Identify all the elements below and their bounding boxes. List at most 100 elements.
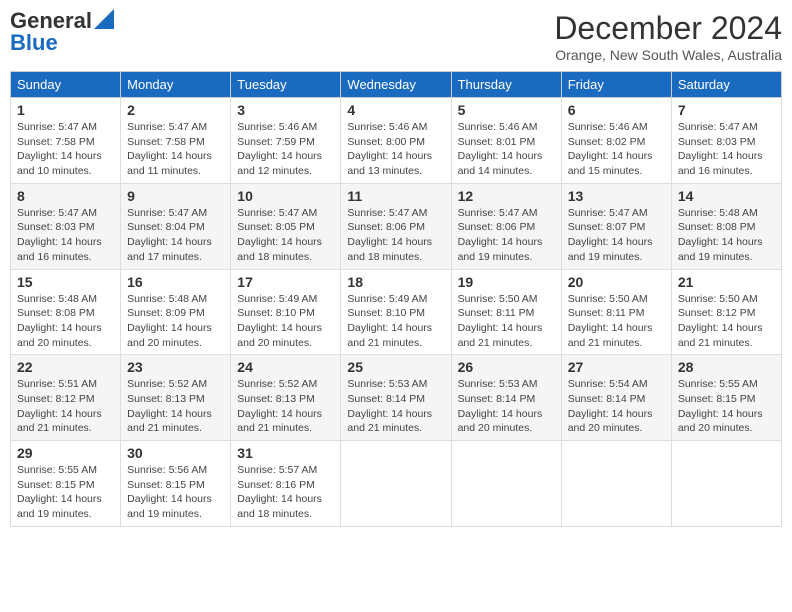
- calendar-cell: 2 Sunrise: 5:47 AMSunset: 7:58 PMDaylight…: [121, 98, 231, 184]
- day-info: Sunrise: 5:50 AMSunset: 8:12 PMDaylight:…: [678, 292, 775, 351]
- day-number: 23: [127, 359, 224, 375]
- calendar-cell: 24 Sunrise: 5:52 AMSunset: 8:13 PMDayligh…: [231, 355, 341, 441]
- page-header: General Blue December 2024 Orange, New S…: [10, 10, 782, 63]
- calendar-cell: 26 Sunrise: 5:53 AMSunset: 8:14 PMDayligh…: [451, 355, 561, 441]
- weekday-header-monday: Monday: [121, 72, 231, 98]
- day-info: Sunrise: 5:47 AMSunset: 8:06 PMDaylight:…: [458, 206, 555, 265]
- weekday-header-saturday: Saturday: [671, 72, 781, 98]
- day-info: Sunrise: 5:53 AMSunset: 8:14 PMDaylight:…: [458, 377, 555, 436]
- logo-triangle-icon: [94, 9, 114, 29]
- day-info: Sunrise: 5:56 AMSunset: 8:15 PMDaylight:…: [127, 463, 224, 522]
- day-info: Sunrise: 5:57 AMSunset: 8:16 PMDaylight:…: [237, 463, 334, 522]
- day-number: 18: [347, 274, 444, 290]
- calendar-week-4: 22 Sunrise: 5:51 AMSunset: 8:12 PMDayligh…: [11, 355, 782, 441]
- calendar-cell: 28Sunrise: 5:55 AMSunset: 8:15 PMDayligh…: [671, 355, 781, 441]
- day-info: Sunrise: 5:52 AMSunset: 8:13 PMDaylight:…: [237, 377, 334, 436]
- day-number: 7: [678, 102, 775, 118]
- calendar-cell: [341, 441, 451, 527]
- calendar-cell: 18 Sunrise: 5:49 AMSunset: 8:10 PMDayligh…: [341, 269, 451, 355]
- calendar-body: 1 Sunrise: 5:47 AMSunset: 7:58 PMDaylight…: [11, 98, 782, 527]
- calendar-cell: 30 Sunrise: 5:56 AMSunset: 8:15 PMDayligh…: [121, 441, 231, 527]
- weekday-header-row: SundayMondayTuesdayWednesdayThursdayFrid…: [11, 72, 782, 98]
- day-info: Sunrise: 5:48 AMSunset: 8:08 PMDaylight:…: [678, 206, 775, 265]
- day-number: 5: [458, 102, 555, 118]
- weekday-header-friday: Friday: [561, 72, 671, 98]
- calendar-cell: 31Sunrise: 5:57 AMSunset: 8:16 PMDayligh…: [231, 441, 341, 527]
- day-info: Sunrise: 5:47 AMSunset: 8:06 PMDaylight:…: [347, 206, 444, 265]
- day-number: 1: [17, 102, 114, 118]
- day-info: Sunrise: 5:52 AMSunset: 8:13 PMDaylight:…: [127, 377, 224, 436]
- day-info: Sunrise: 5:55 AMSunset: 8:15 PMDaylight:…: [17, 463, 114, 522]
- logo-blue: Blue: [10, 32, 58, 54]
- calendar-cell: 22 Sunrise: 5:51 AMSunset: 8:12 PMDayligh…: [11, 355, 121, 441]
- day-info: Sunrise: 5:47 AMSunset: 8:04 PMDaylight:…: [127, 206, 224, 265]
- calendar-week-2: 8 Sunrise: 5:47 AMSunset: 8:03 PMDaylight…: [11, 183, 782, 269]
- day-number: 20: [568, 274, 665, 290]
- calendar-cell: 20Sunrise: 5:50 AMSunset: 8:11 PMDayligh…: [561, 269, 671, 355]
- calendar-cell: 9 Sunrise: 5:47 AMSunset: 8:04 PMDaylight…: [121, 183, 231, 269]
- calendar-cell: 23 Sunrise: 5:52 AMSunset: 8:13 PMDayligh…: [121, 355, 231, 441]
- day-number: 2: [127, 102, 224, 118]
- calendar-cell: 17Sunrise: 5:49 AMSunset: 8:10 PMDayligh…: [231, 269, 341, 355]
- calendar-cell: 14 Sunrise: 5:48 AMSunset: 8:08 PMDayligh…: [671, 183, 781, 269]
- day-info: Sunrise: 5:46 AMSunset: 8:01 PMDaylight:…: [458, 120, 555, 179]
- day-info: Sunrise: 5:46 AMSunset: 8:00 PMDaylight:…: [347, 120, 444, 179]
- day-number: 10: [237, 188, 334, 204]
- day-number: 22: [17, 359, 114, 375]
- day-number: 26: [458, 359, 555, 375]
- calendar-cell: 6 Sunrise: 5:46 AMSunset: 8:02 PMDaylight…: [561, 98, 671, 184]
- day-number: 29: [17, 445, 114, 461]
- day-number: 27: [568, 359, 665, 375]
- calendar-cell: 27 Sunrise: 5:54 AMSunset: 8:14 PMDayligh…: [561, 355, 671, 441]
- calendar-cell: [561, 441, 671, 527]
- calendar-cell: 10 Sunrise: 5:47 AMSunset: 8:05 PMDayligh…: [231, 183, 341, 269]
- day-number: 24: [237, 359, 334, 375]
- day-info: Sunrise: 5:54 AMSunset: 8:14 PMDaylight:…: [568, 377, 665, 436]
- day-number: 30: [127, 445, 224, 461]
- weekday-header-thursday: Thursday: [451, 72, 561, 98]
- day-number: 9: [127, 188, 224, 204]
- calendar-cell: 19Sunrise: 5:50 AMSunset: 8:11 PMDayligh…: [451, 269, 561, 355]
- day-info: Sunrise: 5:47 AMSunset: 7:58 PMDaylight:…: [17, 120, 114, 179]
- calendar-week-5: 29 Sunrise: 5:55 AMSunset: 8:15 PMDayligh…: [11, 441, 782, 527]
- day-number: 25: [347, 359, 444, 375]
- day-number: 4: [347, 102, 444, 118]
- calendar-cell: 29 Sunrise: 5:55 AMSunset: 8:15 PMDayligh…: [11, 441, 121, 527]
- logo: General Blue: [10, 10, 114, 54]
- day-info: Sunrise: 5:47 AMSunset: 7:58 PMDaylight:…: [127, 120, 224, 179]
- weekday-header-tuesday: Tuesday: [231, 72, 341, 98]
- calendar-cell: 15Sunrise: 5:48 AMSunset: 8:08 PMDayligh…: [11, 269, 121, 355]
- day-number: 19: [458, 274, 555, 290]
- calendar-week-1: 1 Sunrise: 5:47 AMSunset: 7:58 PMDaylight…: [11, 98, 782, 184]
- day-info: Sunrise: 5:47 AMSunset: 8:07 PMDaylight:…: [568, 206, 665, 265]
- calendar-week-3: 15Sunrise: 5:48 AMSunset: 8:08 PMDayligh…: [11, 269, 782, 355]
- day-number: 12: [458, 188, 555, 204]
- weekday-header-sunday: Sunday: [11, 72, 121, 98]
- month-title: December 2024: [554, 10, 782, 47]
- calendar-cell: 21Sunrise: 5:50 AMSunset: 8:12 PMDayligh…: [671, 269, 781, 355]
- day-number: 8: [17, 188, 114, 204]
- day-number: 3: [237, 102, 334, 118]
- calendar-cell: 13Sunrise: 5:47 AMSunset: 8:07 PMDayligh…: [561, 183, 671, 269]
- day-info: Sunrise: 5:51 AMSunset: 8:12 PMDaylight:…: [17, 377, 114, 436]
- day-info: Sunrise: 5:47 AMSunset: 8:05 PMDaylight:…: [237, 206, 334, 265]
- day-number: 16: [127, 274, 224, 290]
- calendar-header: SundayMondayTuesdayWednesdayThursdayFrid…: [11, 72, 782, 98]
- day-info: Sunrise: 5:46 AMSunset: 8:02 PMDaylight:…: [568, 120, 665, 179]
- day-number: 11: [347, 188, 444, 204]
- day-info: Sunrise: 5:48 AMSunset: 8:09 PMDaylight:…: [127, 292, 224, 351]
- day-info: Sunrise: 5:49 AMSunset: 8:10 PMDaylight:…: [347, 292, 444, 351]
- calendar-cell: 4 Sunrise: 5:46 AMSunset: 8:00 PMDaylight…: [341, 98, 451, 184]
- calendar-cell: 3Sunrise: 5:46 AMSunset: 7:59 PMDaylight…: [231, 98, 341, 184]
- calendar-cell: [671, 441, 781, 527]
- logo-general: General: [10, 10, 92, 32]
- day-info: Sunrise: 5:47 AMSunset: 8:03 PMDaylight:…: [17, 206, 114, 265]
- calendar-cell: 8 Sunrise: 5:47 AMSunset: 8:03 PMDaylight…: [11, 183, 121, 269]
- calendar-cell: 5 Sunrise: 5:46 AMSunset: 8:01 PMDaylight…: [451, 98, 561, 184]
- day-number: 14: [678, 188, 775, 204]
- day-number: 6: [568, 102, 665, 118]
- day-info: Sunrise: 5:48 AMSunset: 8:08 PMDaylight:…: [17, 292, 114, 351]
- weekday-header-wednesday: Wednesday: [341, 72, 451, 98]
- calendar-cell: 25Sunrise: 5:53 AMSunset: 8:14 PMDayligh…: [341, 355, 451, 441]
- location: Orange, New South Wales, Australia: [554, 47, 782, 63]
